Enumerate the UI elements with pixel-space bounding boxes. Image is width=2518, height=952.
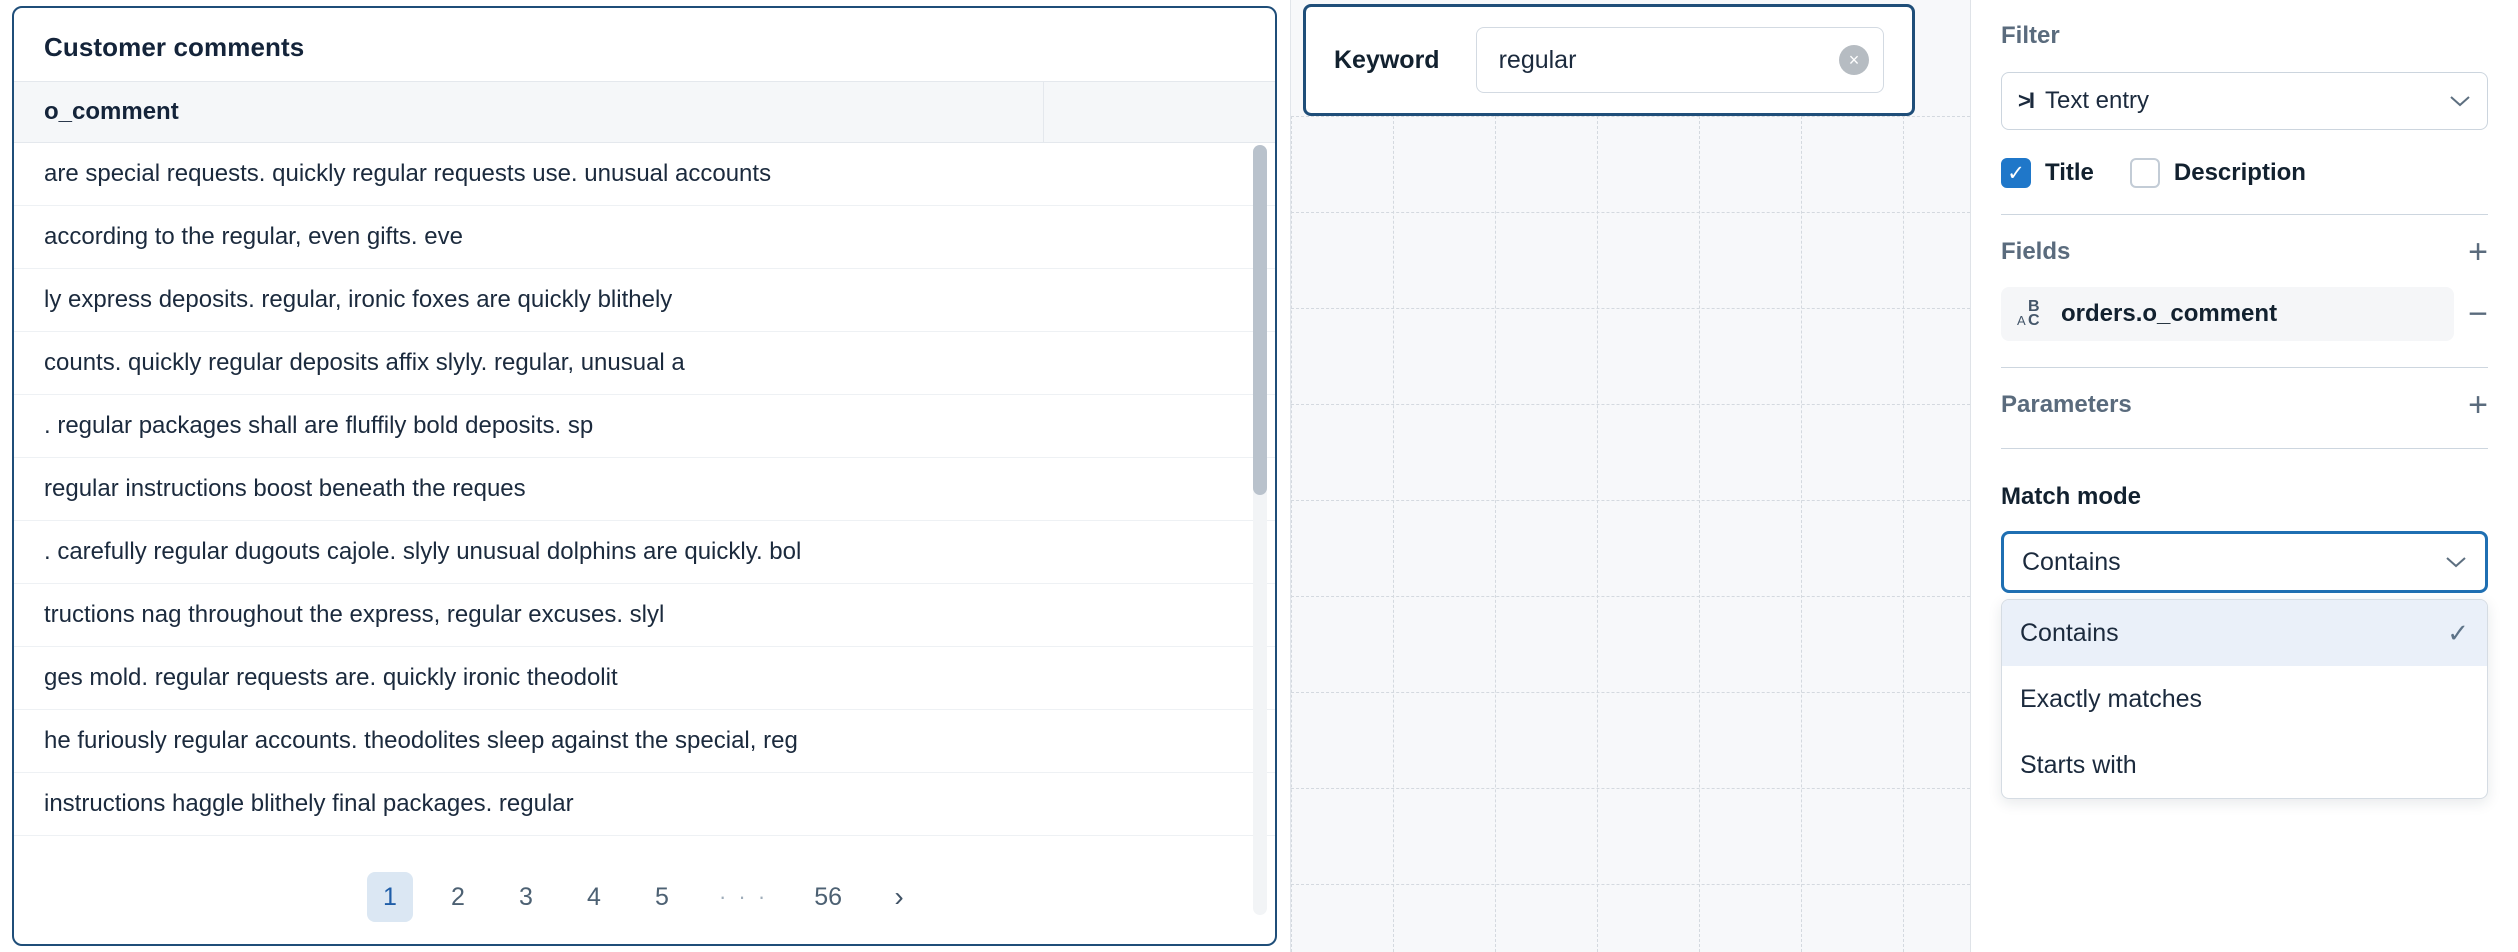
pagination: 12345 · · · 56 ›	[14, 872, 1275, 922]
cell-o-comment: instructions haggle blithely final packa…	[14, 790, 574, 818]
fields-section-header: Fields +	[2001, 215, 2488, 269]
filter-section-label: Filter	[2001, 0, 2488, 50]
checkbox-title[interactable]: ✓	[2001, 158, 2031, 188]
grid-line-vertical	[1801, 116, 1802, 952]
grid-line-vertical	[1291, 116, 1292, 952]
page-button-3[interactable]: 3	[503, 872, 549, 922]
match-mode-label: Match mode	[2001, 483, 2488, 511]
check-icon: ✓	[2447, 618, 2469, 649]
checkbox-description[interactable]	[2130, 158, 2160, 188]
table-row[interactable]: instructions haggle blithely final packa…	[14, 773, 1275, 836]
table-row[interactable]: . regular packages shall are fluffily bo…	[14, 395, 1275, 458]
checkbox-description-label: Description	[2174, 159, 2306, 187]
grid-line-vertical	[1597, 116, 1598, 952]
page-button-2[interactable]: 2	[435, 872, 481, 922]
add-field-button[interactable]: +	[2468, 235, 2488, 269]
page-button-last[interactable]: 56	[802, 872, 854, 922]
filter-type-select[interactable]: >I Text entry	[2001, 72, 2488, 130]
table-row[interactable]: ges mold. regular requests are. quickly …	[14, 647, 1275, 710]
table-row[interactable]: he furiously regular accounts. theodolit…	[14, 710, 1275, 773]
table-row[interactable]: counts. quickly regular deposits affix s…	[14, 332, 1275, 395]
vertical-scrollbar[interactable]	[1253, 145, 1267, 915]
grid-line-vertical	[1495, 116, 1496, 952]
cell-o-comment: he furiously regular accounts. theodolit…	[14, 727, 798, 755]
match-mode-option[interactable]: Contains✓	[2002, 600, 2487, 666]
pagination-ellipsis: · · ·	[707, 872, 780, 922]
canvas-column: Keyword regular ×	[1290, 0, 1970, 952]
match-mode-dropdown-menu: Contains✓ Exactly matches Starts with	[2001, 599, 2488, 799]
divider-3	[2001, 448, 2488, 449]
settings-sidebar: Filter >I Text entry ✓ Title Description…	[1970, 0, 2518, 952]
chevron-down-icon	[2449, 88, 2471, 114]
add-parameter-button[interactable]: +	[2468, 388, 2488, 422]
keyword-label: Keyword	[1334, 46, 1440, 75]
cell-o-comment: tructions nag throughout the express, re…	[14, 601, 664, 629]
data-table: o_comment are special requests. quickly …	[14, 81, 1275, 913]
field-row: ABC orders.o_comment −	[2001, 287, 2488, 341]
field-chip-orders-o-comment[interactable]: ABC orders.o_comment	[2001, 287, 2454, 341]
cell-o-comment: ges mold. regular requests are. quickly …	[14, 664, 618, 692]
parameters-section-label: Parameters	[2001, 391, 2132, 419]
dashboard-grid-background	[1291, 116, 1970, 952]
keyword-filter-widget[interactable]: Keyword regular ×	[1303, 4, 1915, 116]
fields-section-label: Fields	[2001, 238, 2070, 266]
column-header-o-comment[interactable]: o_comment	[14, 81, 1044, 143]
filter-type-value: Text entry	[2045, 87, 2449, 115]
page-title: Customer comments	[14, 8, 1275, 81]
checkbox-title-label: Title	[2045, 159, 2094, 187]
table-body: are special requests. quickly regular re…	[14, 143, 1275, 913]
keyword-input[interactable]: regular ×	[1476, 27, 1884, 93]
cell-o-comment: ly express deposits. regular, ironic fox…	[14, 286, 672, 314]
table-header-row: o_comment	[14, 81, 1275, 143]
next-page-button[interactable]: ›	[876, 872, 922, 922]
cell-o-comment: are special requests. quickly regular re…	[14, 160, 771, 188]
parameters-section-header: Parameters +	[2001, 368, 2488, 422]
keyword-input-value: regular	[1499, 46, 1577, 75]
cell-o-comment: according to the regular, even gifts. ev…	[14, 223, 463, 251]
filter-target-checkboxes: ✓ Title Description	[2001, 158, 2488, 188]
page-button-4[interactable]: 4	[571, 872, 617, 922]
left-column: Customer comments o_comment are special …	[0, 0, 1290, 952]
cell-o-comment: regular instructions boost beneath the r…	[14, 475, 526, 503]
grid-line-vertical	[1903, 116, 1904, 952]
table-row[interactable]: ly express deposits. regular, ironic fox…	[14, 269, 1275, 332]
chevron-down-icon	[2445, 549, 2467, 575]
text-entry-icon: >I	[2018, 88, 2033, 114]
match-mode-selected-value: Contains	[2022, 548, 2445, 577]
match-mode-option[interactable]: Exactly matches	[2002, 666, 2487, 732]
page-button-1[interactable]: 1	[367, 872, 413, 922]
remove-field-button[interactable]: −	[2468, 297, 2488, 331]
scrollbar-thumb[interactable]	[1253, 145, 1267, 495]
cell-o-comment: . regular packages shall are fluffily bo…	[14, 412, 593, 440]
match-mode-option-label: Exactly matches	[2020, 685, 2469, 714]
grid-line-vertical	[1699, 116, 1700, 952]
table-row[interactable]: regular instructions boost beneath the r…	[14, 458, 1275, 521]
cell-o-comment: . carefully regular dugouts cajole. slyl…	[14, 538, 801, 566]
match-mode-option-label: Starts with	[2020, 751, 2469, 780]
field-name: orders.o_comment	[2061, 300, 2277, 328]
page-button-5[interactable]: 5	[639, 872, 685, 922]
match-mode-option-label: Contains	[2020, 619, 2447, 648]
match-mode-select[interactable]: Contains	[2001, 531, 2488, 593]
cell-o-comment: counts. quickly regular deposits affix s…	[14, 349, 685, 377]
check-icon: ✓	[2007, 161, 2025, 186]
customer-comments-card: Customer comments o_comment are special …	[12, 6, 1277, 946]
table-row[interactable]: tructions nag throughout the express, re…	[14, 584, 1275, 647]
table-row[interactable]: . carefully regular dugouts cajole. slyl…	[14, 521, 1275, 584]
clear-icon[interactable]: ×	[1839, 45, 1869, 75]
table-row[interactable]: are special requests. quickly regular re…	[14, 143, 1275, 206]
match-mode-option[interactable]: Starts with	[2002, 732, 2487, 798]
grid-line-vertical	[1393, 116, 1394, 952]
table-row[interactable]: according to the regular, even gifts. ev…	[14, 206, 1275, 269]
app-root: Customer comments o_comment are special …	[0, 0, 2518, 952]
abc-text-icon: ABC	[2017, 300, 2047, 328]
